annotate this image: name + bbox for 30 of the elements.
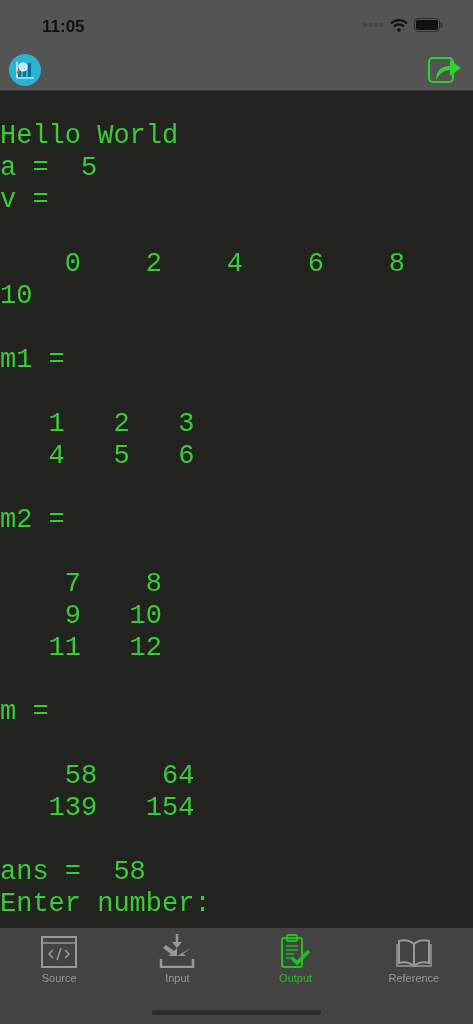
code-window-icon xyxy=(41,936,78,968)
output-line: m = xyxy=(0,696,49,728)
output-line: m2 = xyxy=(0,504,65,536)
output-line: Enter number: xyxy=(0,888,211,920)
tab-button[interactable]: Input xyxy=(118,934,237,984)
output-line: 4 5 6 xyxy=(47,440,195,472)
output-line: 58 64 xyxy=(63,760,195,792)
wifi-icon xyxy=(390,18,408,32)
clipboard-check-icon xyxy=(280,934,311,968)
output-line: m1 = xyxy=(0,344,65,376)
tab-button[interactable]: Source xyxy=(0,934,119,984)
output-line: 139 154 xyxy=(47,792,195,824)
output-line: 1 2 3 xyxy=(47,408,195,440)
battery-icon xyxy=(414,18,443,32)
share-icon[interactable] xyxy=(428,56,463,84)
output-line: ans = 58 xyxy=(0,856,146,888)
output-line: a = 5 xyxy=(0,152,98,184)
output-line: 9 10 xyxy=(63,600,163,632)
status-time: 11:05 xyxy=(42,16,86,37)
tab-button[interactable]: Reference xyxy=(354,934,473,984)
app-logo-icon[interactable] xyxy=(9,54,41,86)
output-line: 0 2 4 6 8 xyxy=(63,248,406,280)
tab-button[interactable]: Output xyxy=(236,934,355,984)
output-line: 7 8 xyxy=(63,568,163,600)
output-line: v = xyxy=(0,184,49,216)
output-line: 10 xyxy=(0,280,33,312)
output-line: Hello World xyxy=(0,120,179,152)
book-icon xyxy=(395,938,432,968)
output-line: 11 12 xyxy=(47,632,163,664)
download-tray-icon xyxy=(159,934,196,968)
